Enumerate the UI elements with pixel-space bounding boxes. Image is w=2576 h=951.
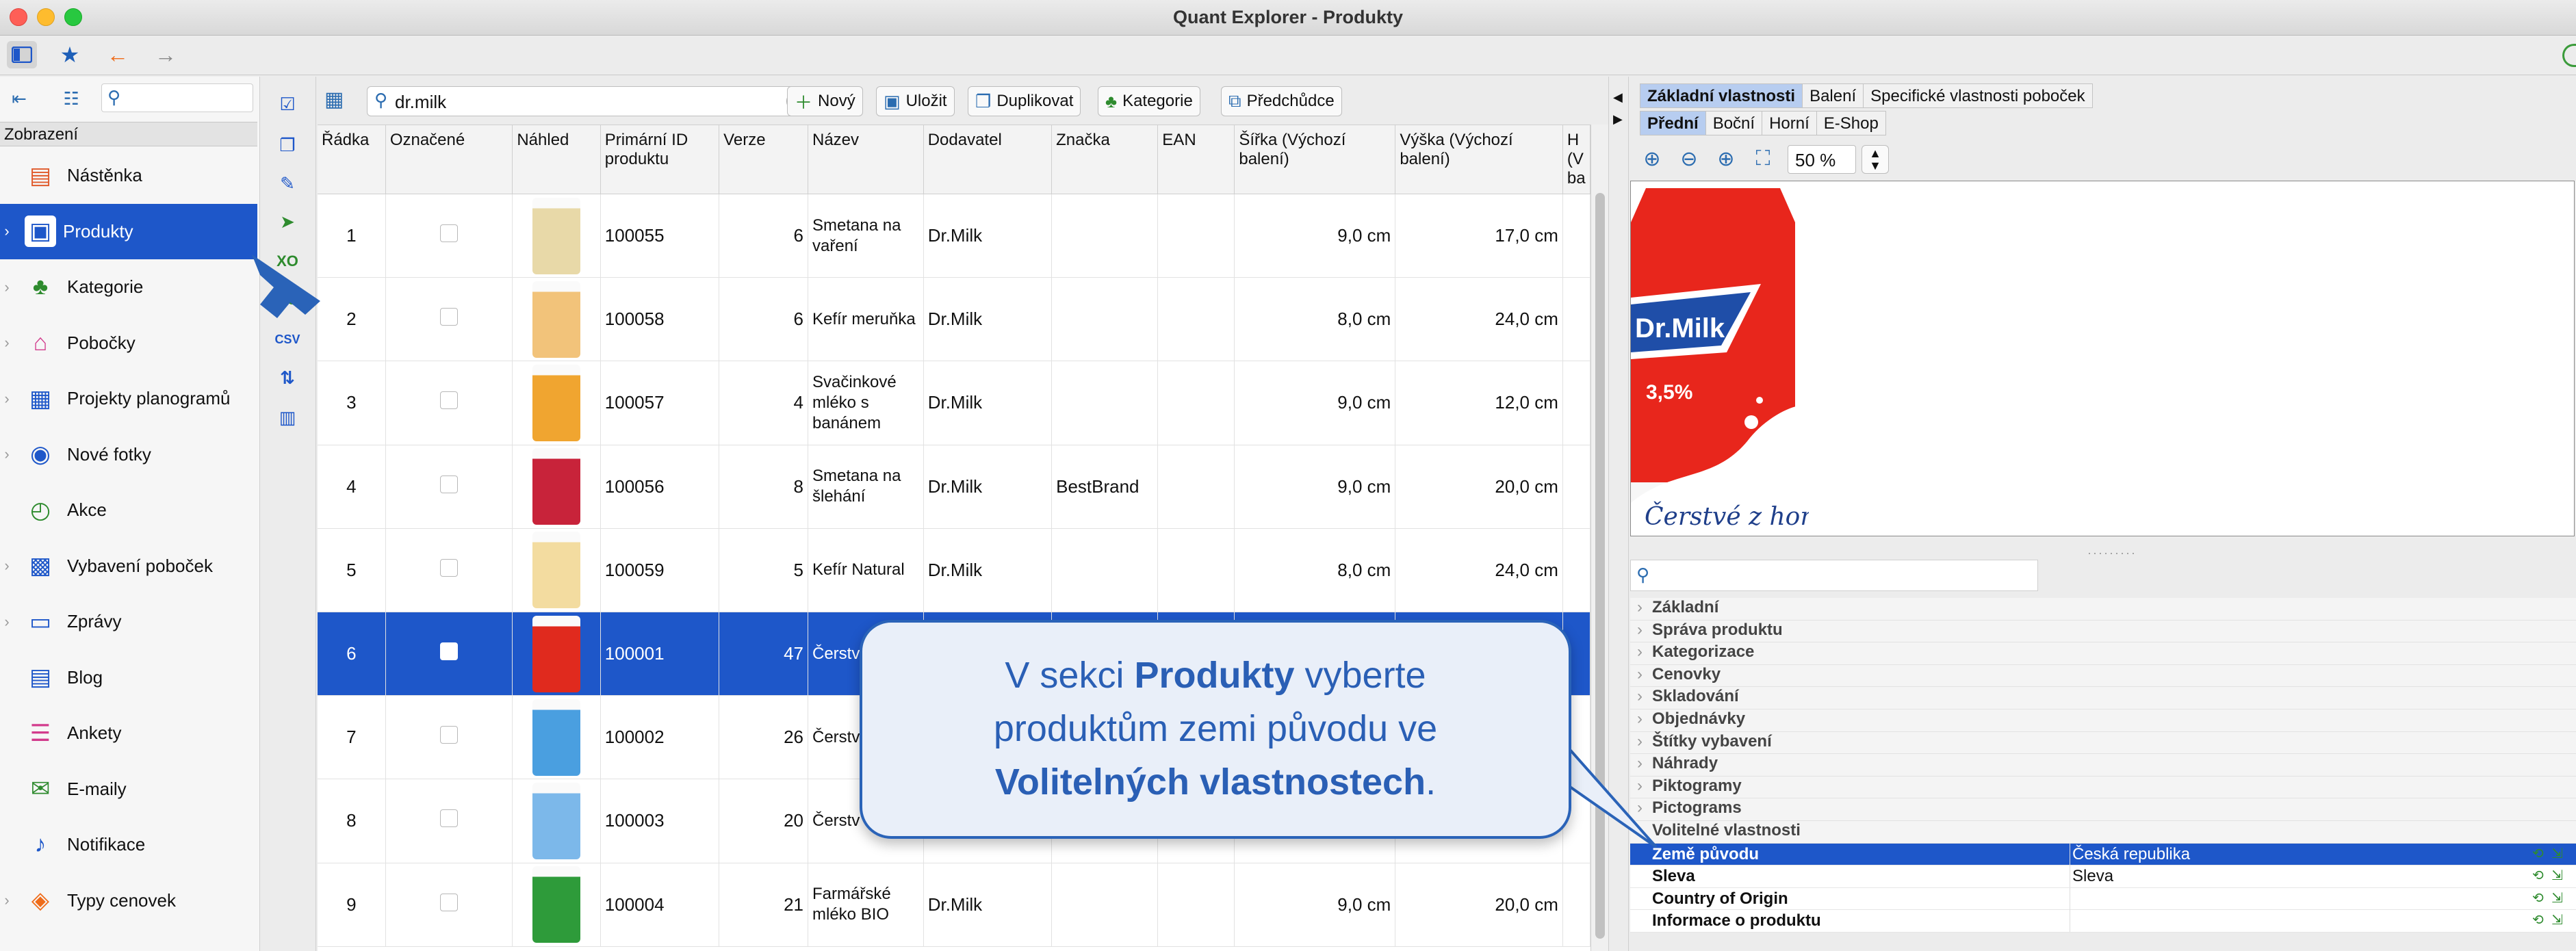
- pointer-arrow: [252, 255, 320, 318]
- callout-line-1: V sekci Produkty vyberte: [1005, 655, 1426, 696]
- callout-line-3: Volitelných vlastnostech.: [994, 761, 1437, 803]
- tutorial-callout: V sekci Produkty vyberte produktům zemi …: [860, 620, 1571, 839]
- callout-tail: [1558, 734, 1658, 848]
- callout-line-2: produktům zemi původu ve: [993, 708, 1438, 749]
